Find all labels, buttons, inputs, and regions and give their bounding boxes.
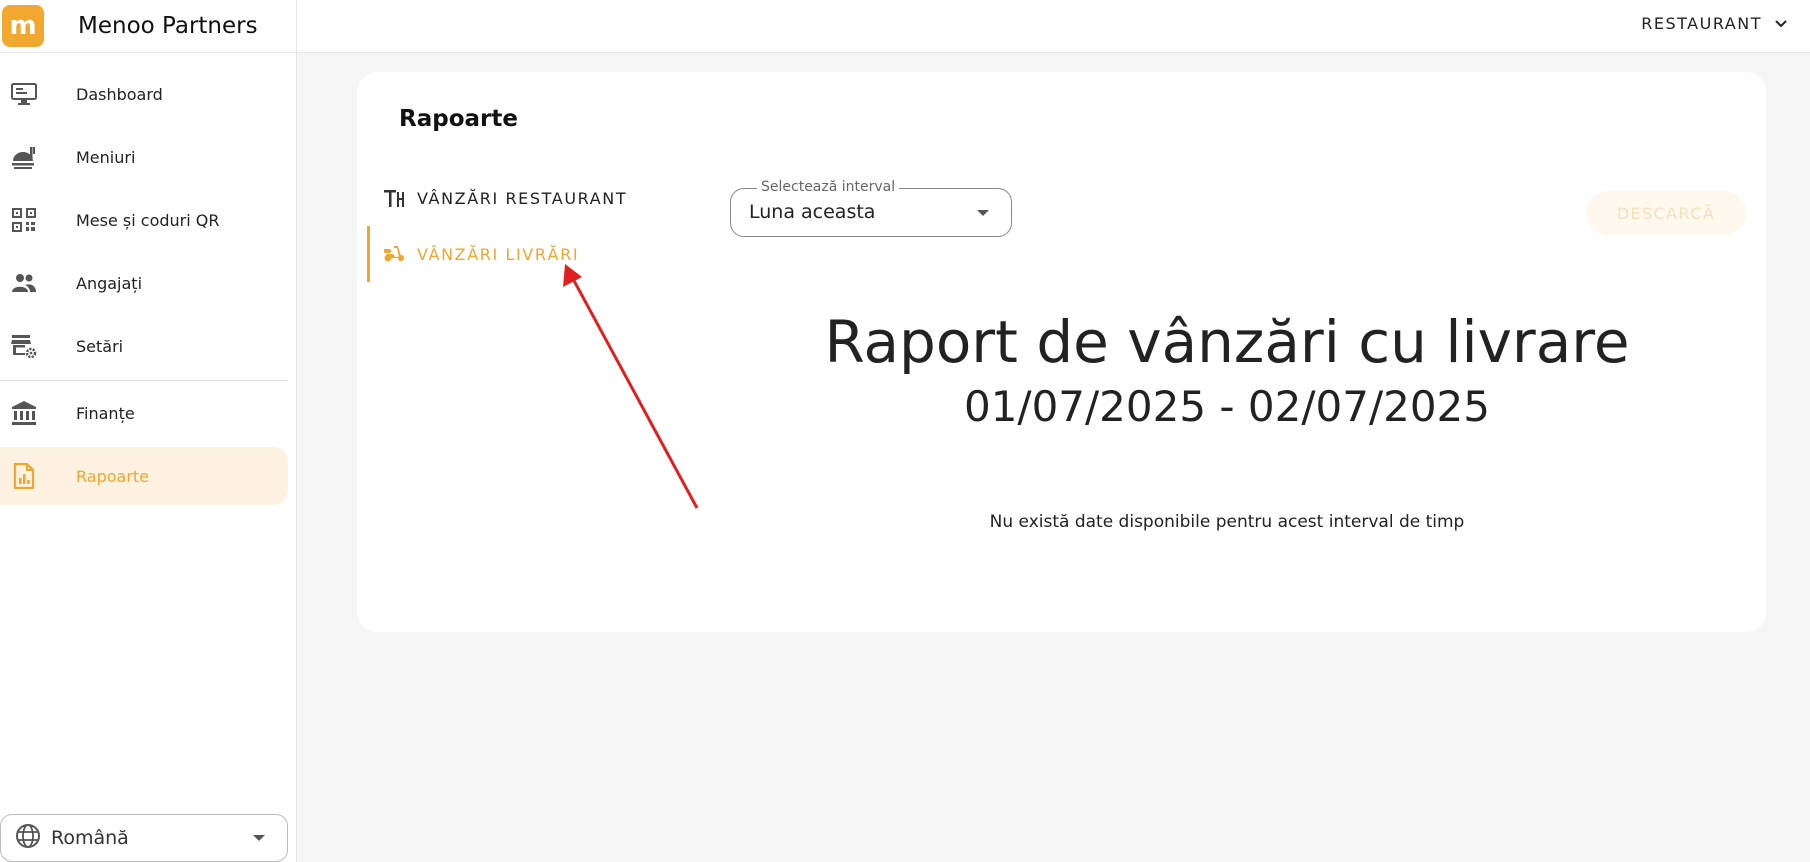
report-date-range: 01/07/2025 - 02/07/2025 [963,382,1490,431]
scooter-icon [383,245,405,263]
chevron-down-icon [253,835,265,841]
sidebar-item-mese-qr[interactable]: Mese și coduri QR [0,191,288,249]
sidebar-item-meniuri[interactable]: Meniuri [0,128,288,186]
sidebar-nav: Dashboard Meniuri Mese și coduri QR Anga… [0,65,288,510]
qr-code-icon [10,206,38,234]
top-bar: RESTAURANT [297,0,1810,53]
sidebar-item-label: Rapoarte [76,466,150,486]
download-button[interactable]: DESCARCĂ [1586,191,1746,235]
tab-label: VÂNZĂRI LIVRĂRI [417,244,580,264]
sidebar-item-angajati[interactable]: Angajați [0,254,288,312]
food-tray-icon [10,143,38,171]
sidebar-item-label: Angajați [76,273,143,293]
tab-label: VÂNZĂRI RESTAURANT [417,188,628,208]
sidebar: m Menoo Partners Dashboard Meniuri Mese … [0,0,297,862]
globe-icon [15,823,41,853]
monitor-icon [10,80,38,108]
language-select[interactable]: Română [0,814,288,862]
brand-header: m Menoo Partners [0,0,296,53]
sidebar-item-setari[interactable]: Setări [0,317,288,375]
interval-select[interactable]: Selectează interval Luna aceasta [730,179,1012,237]
report-heading: Raport de vânzări cu livrare [824,308,1630,376]
nav-divider [0,380,288,381]
interval-select-value: Luna aceasta [749,201,876,223]
brand-name: Menoo Partners [78,13,258,39]
caret-down-icon [977,210,989,216]
bank-icon [10,399,38,427]
tab-vanzari-livrari[interactable]: VÂNZĂRI LIVRĂRI [367,226,697,282]
language-label: Română [51,827,129,849]
menoo-logo[interactable]: m [2,5,44,47]
interval-select-legend: Selectează interval [757,179,900,195]
sidebar-item-finante[interactable]: Finanțe [0,384,288,442]
store-settings-icon [10,332,38,360]
chevron-down-icon [1774,14,1788,33]
sidebar-item-rapoarte[interactable]: Rapoarte [0,447,288,505]
sidebar-item-label: Meniuri [76,147,136,167]
sidebar-item-label: Setări [76,336,124,356]
restaurant-selector[interactable]: RESTAURANT [1641,14,1788,33]
empty-state-message: Nu există date disponibile pentru acest … [989,512,1465,532]
report-icon [10,462,38,490]
sidebar-item-dashboard[interactable]: Dashboard [0,65,288,123]
people-icon [10,269,38,297]
page-title: Rapoarte [399,106,518,132]
sidebar-item-label: Finanțe [76,403,135,423]
sidebar-item-label: Dashboard [76,84,163,104]
restaurant-selector-label: RESTAURANT [1641,14,1762,33]
tab-vanzari-restaurant[interactable]: VÂNZĂRI RESTAURANT [367,170,697,226]
sidebar-item-label: Mese și coduri QR [76,210,220,230]
reports-card: Rapoarte VÂNZĂRI RESTAURANT VÂNZĂRI LIVR… [357,72,1766,632]
table-dining-icon [383,187,405,209]
